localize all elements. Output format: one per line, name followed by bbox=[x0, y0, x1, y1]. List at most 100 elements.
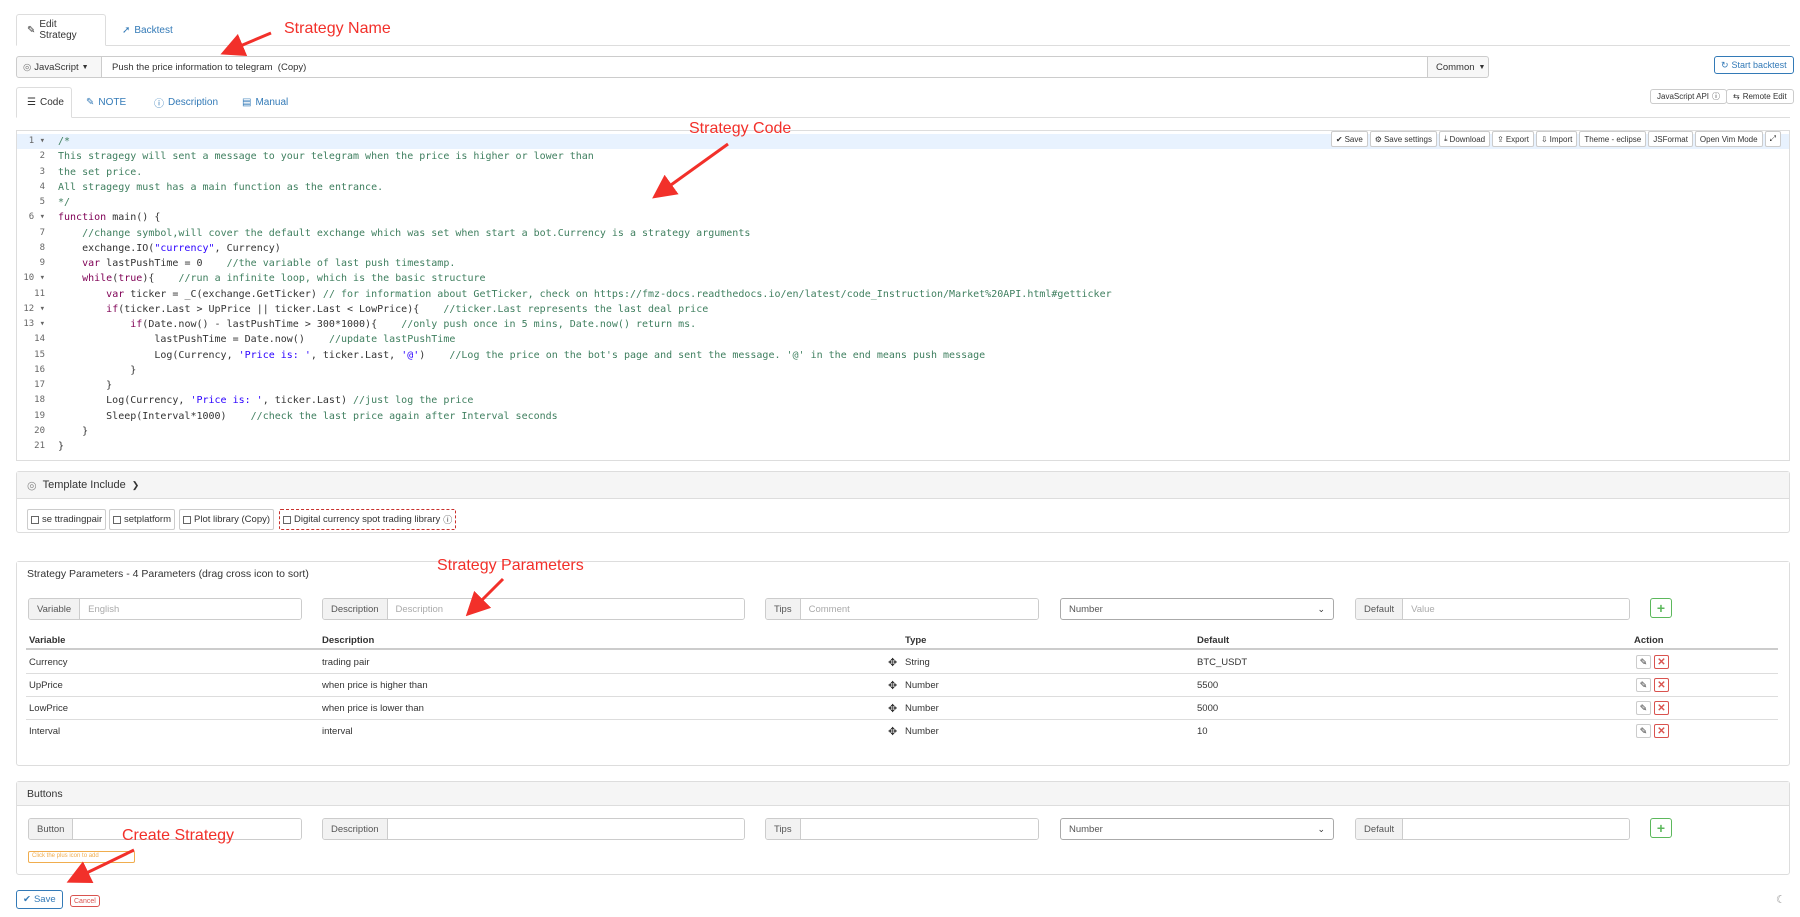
drag-handle-icon[interactable]: ✥ bbox=[888, 702, 897, 715]
vim-mode-button[interactable]: Open Vim Mode bbox=[1694, 131, 1763, 147]
line-number[interactable]: 6 ▾ bbox=[17, 210, 51, 225]
edit-param-button[interactable]: ✎ bbox=[1636, 678, 1651, 692]
line-number: 8 bbox=[39, 242, 45, 253]
code-token: '@' bbox=[401, 349, 420, 361]
jsformat-button[interactable]: JSFormat bbox=[1648, 131, 1693, 147]
theme-button[interactable]: Theme - eclipse bbox=[1579, 131, 1647, 147]
code-lines: /* This stragegy will sent a message to y… bbox=[58, 134, 1778, 454]
checkbox[interactable] bbox=[113, 515, 121, 524]
drag-handle-icon[interactable]: ✥ bbox=[888, 656, 897, 669]
tab-manual-label: Manual bbox=[255, 97, 289, 108]
save-button[interactable]: ✔ Save bbox=[16, 890, 63, 909]
param-type-select[interactable]: Number ⌄ bbox=[1060, 598, 1334, 620]
javascript-api-button[interactable]: JavaScript API ⓘ bbox=[1650, 89, 1728, 104]
tab-edit-strategy[interactable]: ✎ Edit Strategy bbox=[16, 14, 106, 46]
code-token: Sleep(Interval*1000) bbox=[58, 410, 251, 422]
checkbox[interactable] bbox=[31, 515, 39, 524]
edit-icon: ✎ bbox=[27, 24, 36, 36]
line-number[interactable]: 12 ▾ bbox=[17, 302, 51, 317]
pencil-icon: ✎ bbox=[1639, 656, 1648, 667]
export-button[interactable]: ⇪ Export bbox=[1492, 131, 1534, 147]
line-number[interactable]: 13 ▾ bbox=[17, 317, 51, 332]
tips-input[interactable] bbox=[800, 599, 1038, 619]
import-icon: ⇩ bbox=[1540, 134, 1548, 144]
delete-param-button[interactable]: ✕ bbox=[1654, 678, 1669, 692]
save-settings-button[interactable]: ⚙ Save settings bbox=[1369, 131, 1437, 147]
drag-handle-icon[interactable]: ✥ bbox=[888, 725, 897, 738]
checkbox[interactable] bbox=[283, 515, 291, 524]
edit-param-button[interactable]: ✎ bbox=[1636, 701, 1651, 715]
tab-description[interactable]: ⓘ Description bbox=[144, 87, 228, 118]
template-include-title: Template Include bbox=[42, 479, 126, 491]
save-label: Save bbox=[33, 894, 56, 905]
fullscreen-button[interactable]: ⤢ bbox=[1764, 131, 1781, 147]
close-icon: ✕ bbox=[1657, 702, 1666, 714]
import-button[interactable]: ⇩ Import bbox=[1535, 131, 1578, 147]
editor-save-button[interactable]: ✔ Save bbox=[1330, 131, 1368, 147]
close-icon: ✕ bbox=[1657, 656, 1666, 668]
check-icon: ✔ bbox=[1335, 134, 1343, 144]
template-icon: ◎ bbox=[27, 479, 37, 492]
button-type-select[interactable]: Number ⌄ bbox=[1060, 818, 1334, 840]
strategy-name-input[interactable] bbox=[101, 56, 1428, 78]
code-token: } bbox=[58, 380, 113, 391]
cancel-label: Cancel bbox=[74, 897, 96, 905]
code-token: } bbox=[58, 425, 89, 437]
code-token: //the variable of last push timestamp. bbox=[226, 258, 456, 269]
edit-param-button[interactable]: ✎ bbox=[1636, 655, 1651, 669]
export-icon: ⇪ bbox=[1497, 134, 1504, 144]
code-token: //ticker.Last represents the last deal p… bbox=[443, 303, 709, 315]
template-include-header[interactable]: ◎ Template Include ❯ bbox=[17, 472, 1789, 499]
language-dropdown[interactable]: ◎ JavaScript ▼ bbox=[16, 56, 102, 78]
type-select-value: Number bbox=[1069, 823, 1103, 835]
cancel-button[interactable]: Cancel bbox=[70, 895, 100, 907]
code-token: (ticker.Last > UpPrice || ticker.Last < … bbox=[118, 303, 444, 315]
checkbox[interactable] bbox=[183, 515, 191, 524]
template-item-se-ttradingpair[interactable]: se ttradingpair bbox=[27, 509, 107, 530]
col-description: Description bbox=[322, 635, 375, 646]
start-backtest-button[interactable]: ↻ Start backtest bbox=[1714, 56, 1794, 74]
description-label: Description bbox=[323, 599, 388, 619]
delete-param-button[interactable]: ✕ bbox=[1654, 701, 1669, 715]
tab-code[interactable]: ☰ Code bbox=[16, 87, 72, 118]
code-token: if bbox=[130, 319, 143, 330]
template-item-setplatform[interactable]: setplatform bbox=[109, 509, 175, 530]
code-editor[interactable]: 1 ▾ 2 3 4 5 6 ▾ 7 8 9 10 ▾ 11 12 ▾ 13 ▾ 14 15… bbox=[16, 130, 1790, 461]
edit-param-button[interactable]: ✎ bbox=[1636, 724, 1651, 738]
delete-param-button[interactable]: ✕ bbox=[1654, 655, 1669, 669]
variable-label: Variable bbox=[29, 599, 81, 619]
add-param-button[interactable]: + bbox=[1650, 598, 1672, 618]
code-line: } bbox=[58, 439, 1778, 454]
button-description-input[interactable] bbox=[387, 819, 744, 839]
chevron-down-icon: ⌄ bbox=[1317, 603, 1325, 614]
code-line: var ticker = _C(exchange.GetTicker) // f… bbox=[58, 287, 1778, 302]
add-button-button[interactable]: + bbox=[1650, 818, 1672, 838]
line-number: 17 bbox=[34, 380, 45, 390]
button-tips-input[interactable] bbox=[800, 819, 1038, 839]
code-area[interactable]: /* This stragegy will sent a message to y… bbox=[58, 134, 1778, 454]
line-number[interactable]: 1 ▾ bbox=[17, 134, 51, 149]
variable-input[interactable] bbox=[80, 599, 301, 619]
import-label: Import bbox=[1549, 134, 1573, 144]
template-item-digital-currency-library[interactable]: Digital currency spot trading library ⓘ bbox=[279, 509, 457, 530]
tab-backtest[interactable]: ➚ Backtest bbox=[112, 14, 183, 46]
row-divider bbox=[26, 719, 1778, 720]
template-item-plot-library[interactable]: Plot library (Copy) bbox=[179, 509, 275, 530]
tab-note[interactable]: ✎ NOTE bbox=[76, 87, 136, 118]
remote-edit-button[interactable]: ⇆ Remote Edit bbox=[1726, 89, 1794, 104]
default-input[interactable] bbox=[1403, 599, 1629, 619]
pencil-icon: ✎ bbox=[1639, 702, 1648, 713]
category-dropdown[interactable]: Common ▼ bbox=[1427, 56, 1489, 78]
drag-handle-icon[interactable]: ✥ bbox=[888, 679, 897, 692]
delete-param-button[interactable]: ✕ bbox=[1654, 724, 1669, 738]
line-number: 15 bbox=[34, 349, 45, 360]
button-default-input[interactable] bbox=[1403, 819, 1629, 839]
description-input[interactable] bbox=[387, 599, 744, 619]
code-line: function main() { bbox=[58, 210, 1778, 225]
line-number[interactable]: 10 ▾ bbox=[17, 271, 51, 286]
download-button[interactable]: ⤓ Download bbox=[1439, 131, 1491, 147]
tab-manual[interactable]: ▤ Manual bbox=[232, 87, 298, 118]
moon-icon[interactable]: ☾ bbox=[1776, 893, 1786, 906]
default-label: Default bbox=[1356, 819, 1404, 839]
